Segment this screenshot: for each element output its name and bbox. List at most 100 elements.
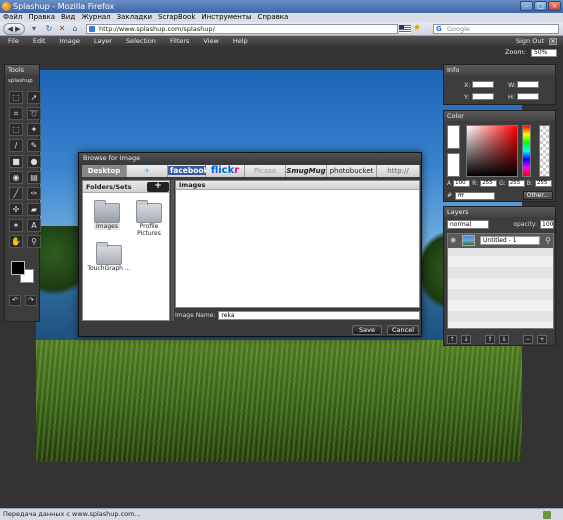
blue-input[interactable]: 255	[534, 180, 552, 187]
layer-name-field[interactable]: Untitled - 1	[480, 236, 540, 245]
app-menu-selection[interactable]: Selection	[126, 36, 156, 46]
folder-item[interactable]: TouchGraph ...	[87, 242, 131, 272]
menu-history[interactable]: Журнал	[81, 13, 110, 22]
foreground-color-swatch[interactable]	[11, 261, 25, 275]
text-icon[interactable]: A	[27, 219, 41, 232]
save-button[interactable]: Save	[352, 325, 382, 335]
marquee-icon[interactable]: ⬚	[9, 91, 23, 104]
info-x-label: X:	[464, 81, 471, 89]
browse-image-dialog: Browse for Image Desktop ✈ facebook flic…	[78, 152, 422, 337]
cancel-button[interactable]: Cancel	[387, 325, 419, 335]
menu-help[interactable]: Справка	[257, 13, 288, 22]
dropdown-arrow-icon[interactable]: ▾	[29, 24, 39, 34]
tab-smugmug[interactable]: SmugMug	[286, 165, 327, 177]
pane-splitter[interactable]	[171, 180, 174, 321]
tab-flickr[interactable]: flickr	[206, 165, 245, 177]
tab-http[interactable]: http://	[377, 165, 420, 177]
photobucket-logo: photobucket	[329, 167, 374, 175]
menu-bookmarks[interactable]: Закладки	[117, 13, 152, 22]
blend-mode-select[interactable]: normal	[447, 220, 489, 229]
undo-icon[interactable]: ↶	[9, 295, 21, 306]
add-folder-button[interactable]: +	[147, 182, 169, 192]
tab-desktop[interactable]: Desktop	[82, 165, 127, 177]
crop-icon[interactable]: ⌗	[9, 107, 23, 120]
app-menu-layer[interactable]: Layer	[94, 36, 112, 46]
folder-item[interactable]: Images	[87, 200, 127, 230]
back-forward-button[interactable]: ◀ ▶	[3, 23, 25, 35]
ellipse-icon[interactable]: ●	[27, 155, 41, 168]
menu-view[interactable]: Вид	[61, 13, 75, 22]
green-input[interactable]: 255	[507, 180, 525, 187]
move-layer-top-icon[interactable]: ⇑	[485, 335, 495, 344]
folder-item[interactable]: Profile Pictures	[129, 200, 169, 237]
image-name-input[interactable]: reka	[218, 310, 420, 320]
magic-wand-icon[interactable]: ⬚	[9, 123, 23, 136]
stop-icon[interactable]: ✕	[57, 24, 67, 34]
app-menu-filters[interactable]: Filters	[170, 36, 189, 46]
app-menu-view[interactable]: View	[203, 36, 218, 46]
tab-other-service[interactable]: ✈	[127, 165, 168, 177]
move-layer-bottom-icon[interactable]: ⇓	[499, 335, 509, 344]
close-window-button[interactable]: ×	[548, 1, 561, 11]
tab-picasa[interactable]: Picasa	[245, 165, 286, 177]
app-menu-edit[interactable]: Edit	[33, 36, 46, 46]
clone-icon[interactable]: ✣	[9, 203, 23, 216]
alpha-input[interactable]: 100	[453, 180, 471, 187]
layer-thumbnail	[462, 235, 475, 246]
red-input[interactable]: 255	[480, 180, 498, 187]
home-icon[interactable]: ⌂	[70, 24, 80, 34]
redo-icon[interactable]: ↷	[25, 295, 37, 306]
reload-icon[interactable]: ↻	[44, 24, 54, 34]
visibility-eye-icon[interactable]: ◉	[450, 237, 457, 244]
app-menu-help[interactable]: Help	[233, 36, 248, 46]
lasso-icon[interactable]: ➰	[27, 107, 41, 120]
previous-color-swatch[interactable]	[447, 153, 460, 177]
eyedropper-icon[interactable]: ✦	[27, 123, 41, 136]
zoom-icon[interactable]: ⚲	[27, 235, 41, 248]
fill-icon[interactable]: ◉	[9, 171, 23, 184]
add-layer-icon[interactable]: +	[537, 335, 547, 344]
blur-icon[interactable]: ╱	[9, 187, 23, 200]
app-menu-file[interactable]: File	[8, 36, 19, 46]
bookmark-star-icon[interactable]: ★	[413, 23, 421, 33]
layer-row[interactable]: ◉ Untitled - 1 ⚲	[448, 234, 553, 248]
zoom-select[interactable]: 50%	[531, 49, 557, 57]
opacity-select[interactable]: 100	[540, 220, 554, 229]
minimize-button[interactable]: –	[520, 1, 533, 11]
menu-file[interactable]: Файл	[3, 13, 22, 22]
hex-input[interactable]: fff	[455, 191, 496, 200]
gradient-icon[interactable]: ▤	[27, 171, 41, 184]
move-icon[interactable]: ➚	[27, 91, 41, 104]
smudge-icon[interactable]: ✑	[27, 187, 41, 200]
hand-icon[interactable]: ✋	[9, 235, 23, 248]
search-box[interactable]: G Google	[433, 24, 559, 34]
menu-tools[interactable]: Инструменты	[201, 13, 251, 22]
alpha-slider[interactable]	[539, 125, 550, 177]
tab-facebook[interactable]: facebook	[168, 165, 211, 177]
eraser-icon[interactable]: ▰	[27, 203, 41, 216]
brush-icon[interactable]: /	[9, 139, 23, 152]
menu-scrapbook[interactable]: ScrapBook	[158, 13, 195, 22]
sign-out-close-icon[interactable]: ×	[549, 38, 557, 45]
delete-layer-icon[interactable]: −	[523, 335, 533, 344]
maximize-button[interactable]: □	[534, 1, 547, 11]
stamp-icon[interactable]: ✶	[9, 219, 23, 232]
other-color-button[interactable]: Other...	[522, 191, 553, 200]
menu-edit[interactable]: Правка	[28, 13, 55, 22]
hue-slider[interactable]	[522, 125, 531, 177]
layer-lock-icon[interactable]: ⚲	[545, 236, 551, 245]
rectangle-icon[interactable]: ■	[9, 155, 23, 168]
app-menu-image[interactable]: Image	[59, 36, 79, 46]
layer-buttons: ↑ ↓ ⇑ ⇓ − +	[447, 335, 554, 344]
current-color-swatch[interactable]	[447, 125, 460, 149]
sign-out-link[interactable]: Sign Out	[516, 36, 544, 46]
move-layer-up-icon[interactable]: ↑	[447, 335, 457, 344]
move-layer-down-icon[interactable]: ↓	[461, 335, 471, 344]
url-bar[interactable]: http://www.splashup.com/splashup/	[86, 24, 398, 34]
info-h-field	[517, 93, 539, 100]
browser-statusbar: Передача данных с www.splashup.com...	[0, 508, 563, 520]
us-flag-icon[interactable]	[399, 25, 411, 33]
pencil-icon[interactable]: ✎	[27, 139, 41, 152]
saturation-value-picker[interactable]	[466, 125, 518, 177]
tab-photobucket[interactable]: photobucket	[327, 165, 377, 177]
